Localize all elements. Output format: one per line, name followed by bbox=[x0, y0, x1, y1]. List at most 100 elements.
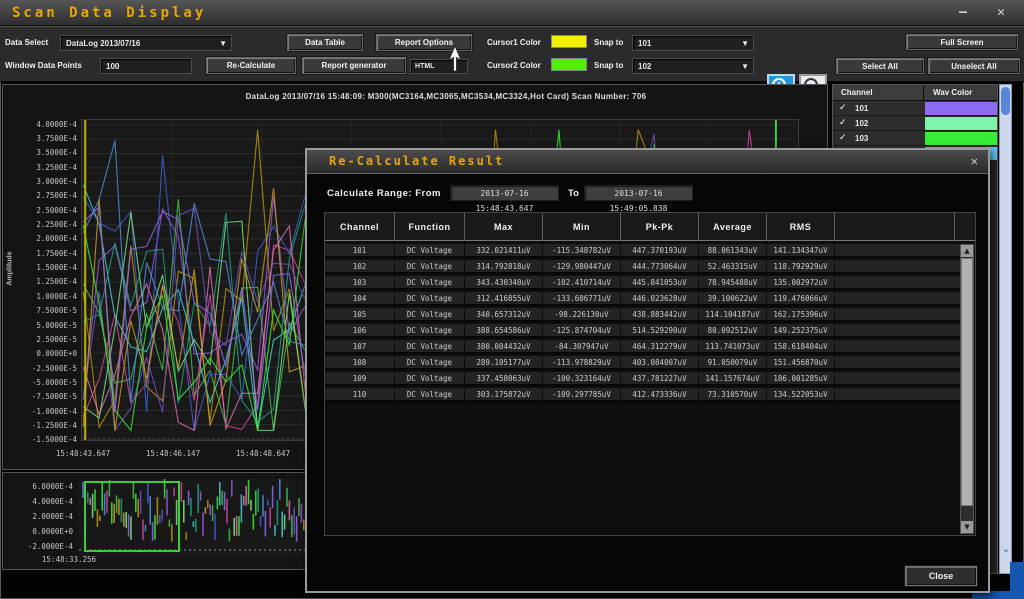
cursor1-color-label: Cursor1 Color bbox=[487, 38, 541, 47]
result-table-scrollbar[interactable]: ▲ ▼ bbox=[960, 244, 974, 534]
result-cell: 39.100622uV bbox=[699, 292, 767, 306]
wav-color-swatch[interactable] bbox=[925, 102, 997, 115]
x-tick: 15:48:48.647 bbox=[235, 449, 291, 458]
result-row[interactable]: 109 DC Voltage 337.458063uV -100.323164uV 43… bbox=[325, 372, 961, 386]
wav-color-swatch[interactable] bbox=[925, 117, 997, 130]
channel-row-102[interactable]: ✓ 102 bbox=[833, 116, 997, 131]
range-to-field[interactable]: 2013-07-16 15:49:05.838 bbox=[584, 185, 693, 213]
result-cell: 113.741073uV bbox=[699, 340, 767, 354]
scrollbar-up-arrow-icon[interactable]: ▲ bbox=[961, 245, 973, 257]
recalculate-button[interactable]: Re-Calculate bbox=[206, 57, 296, 74]
result-cell: 447.370193uV bbox=[621, 244, 699, 258]
channel-row-103[interactable]: ✓ 103 bbox=[833, 131, 997, 146]
result-cell: DC Voltage bbox=[395, 340, 465, 354]
select-all-button[interactable]: Select All bbox=[836, 58, 924, 74]
scrollbar-thumb[interactable] bbox=[1001, 87, 1010, 115]
result-cell: 119.476066uV bbox=[767, 292, 835, 306]
chevron-down-icon: ▼ bbox=[219, 39, 227, 48]
result-row[interactable]: 106 DC Voltage 388.654586uV -125.874704uV 51… bbox=[325, 324, 961, 338]
window-data-points-value: 100 bbox=[106, 62, 120, 71]
result-row[interactable]: 101 DC Voltage 332.021411uV -115.348782uV 44… bbox=[325, 244, 961, 258]
channel-panel-scrollbar[interactable]: ⌄ bbox=[999, 84, 1012, 574]
result-cell: DC Voltage bbox=[395, 276, 465, 290]
dialog-title-bar[interactable]: Re-Calculate Result ✕ bbox=[307, 150, 988, 174]
scrollbar-thumb[interactable] bbox=[961, 258, 973, 506]
window-data-points-input[interactable]: 100 bbox=[100, 58, 192, 74]
range-from-field[interactable]: 2013-07-16 15:48:43.647 bbox=[450, 185, 559, 213]
result-cell: 52.463315uV bbox=[699, 260, 767, 274]
result-col-header: RMS bbox=[767, 213, 835, 241]
y-tick: 5.0000E-5 bbox=[36, 320, 77, 330]
result-cell: 514.529290uV bbox=[621, 324, 699, 338]
x-tick: 15:48:46.147 bbox=[145, 449, 201, 458]
result-cell: 73.310570uV bbox=[699, 388, 767, 402]
y-tick: -1.0000E-4 bbox=[31, 406, 77, 416]
chevron-down-icon: ▼ bbox=[741, 62, 749, 71]
calculate-range-label: Calculate Range: From bbox=[327, 188, 441, 199]
full-screen-button[interactable]: Full Screen bbox=[906, 34, 1018, 50]
result-cell: -100.323164uV bbox=[543, 372, 621, 386]
result-table-header: Channel Function Max Min Pk-Pk Average RMS bbox=[325, 213, 975, 241]
y-tick: 1.0000E-4 bbox=[36, 291, 77, 301]
y-tick: 3.7500E-4 bbox=[36, 133, 77, 143]
y-tick: 4.0000E-4 bbox=[36, 119, 77, 129]
y-tick: 1.2500E-4 bbox=[36, 277, 77, 287]
check-icon[interactable]: ✓ bbox=[839, 118, 847, 128]
dialog-close-icon[interactable]: ✕ bbox=[971, 154, 978, 168]
data-select-value: DataLog 2013/07/16 bbox=[66, 39, 141, 48]
scrollbar-down-arrow-icon[interactable]: ⌄ bbox=[1001, 545, 1011, 555]
background-window-fragment bbox=[1010, 562, 1024, 599]
result-row[interactable]: 103 DC Voltage 343.430340uV -102.410714uV 44… bbox=[325, 276, 961, 290]
result-row[interactable]: 107 DC Voltage 380.004432uV -84.307947uV 464… bbox=[325, 340, 961, 354]
result-cell: 343.430340uV bbox=[465, 276, 543, 290]
result-cell: 114.104187uV bbox=[699, 308, 767, 322]
result-row[interactable]: 102 DC Voltage 314.792818uV -129.980447uV 44… bbox=[325, 260, 961, 274]
channel-label: 102 bbox=[855, 119, 869, 128]
result-cell: 337.458063uV bbox=[465, 372, 543, 386]
snap1-dropdown[interactable]: 101 ▼ bbox=[632, 35, 754, 51]
data-table-button[interactable]: Data Table bbox=[287, 34, 363, 51]
check-icon[interactable]: ✓ bbox=[839, 133, 847, 143]
channel-row-101[interactable]: ✓ 101 bbox=[833, 101, 997, 116]
dialog-close-button[interactable]: Close bbox=[905, 566, 977, 586]
y-tick: -1.5000E-4 bbox=[31, 435, 77, 445]
y-tick: 2.5000E-4 bbox=[36, 205, 77, 215]
snap2-dropdown[interactable]: 102 ▼ bbox=[632, 58, 754, 74]
wav-color-swatch[interactable] bbox=[925, 132, 997, 145]
result-cell: 444.773064uV bbox=[621, 260, 699, 274]
scrollbar-down-arrow-icon[interactable]: ▼ bbox=[961, 521, 973, 533]
result-cell: DC Voltage bbox=[395, 260, 465, 274]
cursor2-color-swatch[interactable] bbox=[551, 58, 587, 71]
result-col-header: Max bbox=[465, 213, 543, 241]
result-row[interactable]: 108 DC Voltage 289.105177uV -113.978829uV 40… bbox=[325, 356, 961, 370]
check-icon[interactable]: ✓ bbox=[839, 103, 847, 113]
result-cell: 102 bbox=[325, 260, 395, 274]
result-row[interactable]: 105 DC Voltage 340.657312uV -98.226130uV 438… bbox=[325, 308, 961, 322]
data-select-dropdown[interactable]: DataLog 2013/07/16 ▼ bbox=[60, 35, 232, 51]
result-cell: 101 bbox=[325, 244, 395, 258]
result-cell: 141.157674uV bbox=[699, 372, 767, 386]
result-col-header: Average bbox=[699, 213, 767, 241]
cursor2-color-label: Cursor2 Color bbox=[487, 61, 541, 70]
result-col-header: Min bbox=[543, 213, 621, 241]
report-generator-button[interactable]: Report generator bbox=[302, 57, 406, 74]
close-icon[interactable]: ✕ bbox=[988, 4, 1014, 22]
result-cell: 412.473336uV bbox=[621, 388, 699, 402]
result-row[interactable]: 104 DC Voltage 312.416855uV -133.606771uV 44… bbox=[325, 292, 961, 306]
dialog-title: Re-Calculate Result bbox=[329, 154, 505, 168]
result-table: Channel Function Max Min Pk-Pk Average RMS 101… bbox=[324, 212, 976, 536]
minimize-icon[interactable]: — bbox=[950, 4, 976, 22]
result-cell: -98.226130uV bbox=[543, 308, 621, 322]
result-cell: 106 bbox=[325, 324, 395, 338]
result-cell: 88.061343uV bbox=[699, 244, 767, 258]
chart-header-text: DataLog 2013/07/16 15:48:09: M300(MC3164… bbox=[245, 92, 647, 101]
unselect-all-button[interactable]: Unselect All bbox=[928, 58, 1020, 74]
result-cell: DC Voltage bbox=[395, 308, 465, 322]
cursor1-color-swatch[interactable] bbox=[551, 35, 587, 48]
result-row[interactable]: 110 DC Voltage 303.175872uV -109.297785uV 41… bbox=[325, 388, 961, 402]
result-col-header: Function bbox=[395, 213, 465, 241]
result-cell: 149.252375uV bbox=[767, 324, 835, 338]
y-tick: -7.5000E-5 bbox=[31, 392, 77, 402]
result-cell: 437.781227uV bbox=[621, 372, 699, 386]
data-select-label: Data Select bbox=[5, 38, 49, 47]
